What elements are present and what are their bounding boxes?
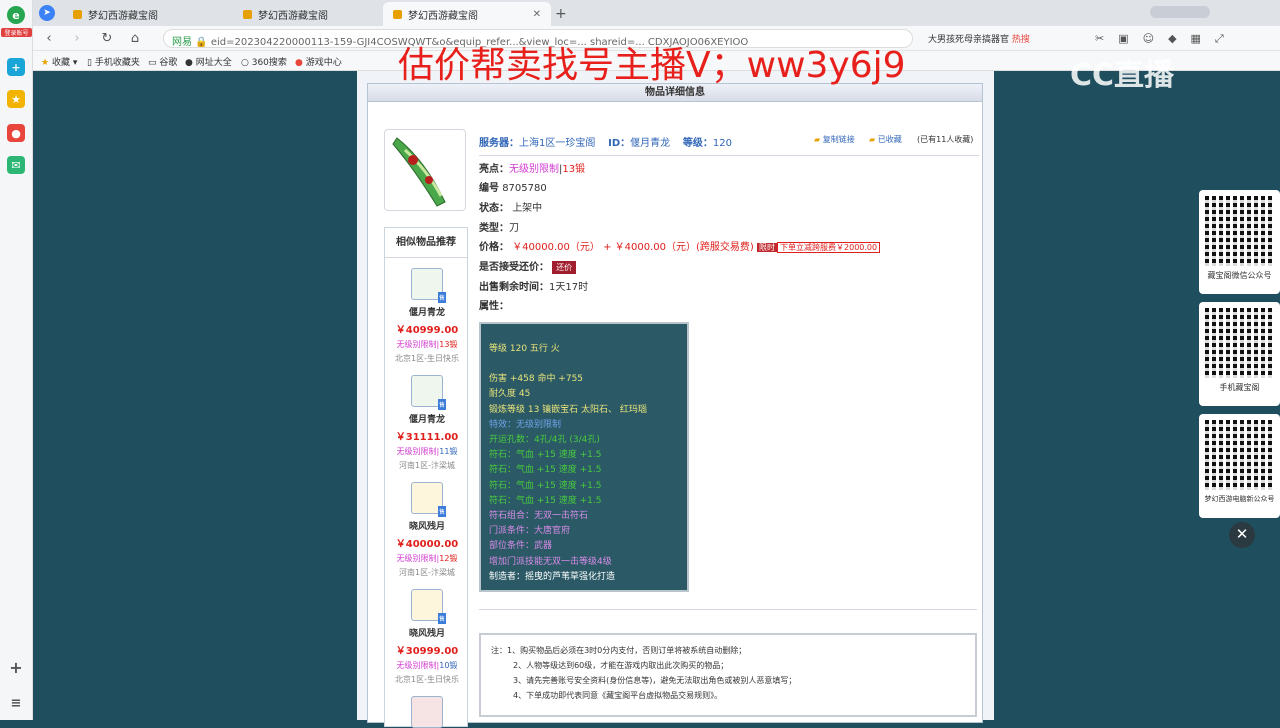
bargain-button[interactable]: 还价 <box>552 261 577 274</box>
star-icon[interactable]: ★ <box>7 90 25 108</box>
similar-item[interactable]: 售 晓风残月 ￥30999.00 无级别限制|10锻 北京1区-生日快乐 <box>385 589 469 685</box>
item-thumb-icon: 售 <box>411 268 446 303</box>
attr-line: 部位条件：武器 <box>489 541 553 552</box>
similar-title: 相似物品推荐 <box>385 228 467 258</box>
item-thumb-icon: 售 <box>411 589 446 624</box>
star-icon: ★ <box>41 58 50 68</box>
attr-line <box>489 357 679 372</box>
note-line: 注：1、购买物品后必须在3时0分内支付，否则订单将被系统自动删除； <box>491 646 747 655</box>
status-row: 状态： 上架中 <box>479 203 543 214</box>
plus-icon[interactable]: + <box>7 658 25 677</box>
weibo-icon[interactable]: ● <box>7 124 25 142</box>
stream-overlay-text: 估价帮卖找号主播V；ww3y6j9 <box>398 45 906 86</box>
attr-line: 符石：气血 +15 速度 +1.5 <box>489 465 602 476</box>
bookmark-item[interactable]: ○ 360搜索 <box>241 55 287 68</box>
server-row: 服务器：上海1区一珍宝阁 ID：偃月青龙 等级：120 ▰ 复制链接 ▰ 已收藏… <box>479 134 979 156</box>
attr-line: 门派条件：大唐官府 <box>489 526 571 537</box>
tab-favicon-icon <box>243 9 252 19</box>
attr-line: 符石：气血 +15 速度 +1.5 <box>489 480 602 491</box>
qr-card[interactable]: 梦幻西游电脑新公众号 <box>1199 414 1280 518</box>
folder-icon: ▰ <box>814 135 821 144</box>
new-tab-button[interactable]: + <box>545 2 569 26</box>
price-row: 价格： ￥40000.00（元） + ￥4000.00（元）(跨服交易费) 限时… <box>479 238 881 253</box>
attr-line: 符石组合：无双一击符石 <box>489 511 589 522</box>
hot-search[interactable]: 大男孩死母亲搞器官 热搜 <box>928 32 1030 45</box>
back-icon[interactable]: ‹ <box>41 30 57 46</box>
similar-item[interactable] <box>385 696 469 728</box>
browser-logo-icon[interactable]: e <box>7 6 25 24</box>
qr-code-icon <box>1204 196 1275 266</box>
favorite-button[interactable]: ▰ 已收藏 <box>869 134 902 145</box>
login-badge[interactable]: 登录账号 <box>1 28 32 37</box>
detail-panel: 物品详细信息 相似物品推荐 售 偃月青龙 ￥40999.00 无级别限制|13锻… <box>367 83 983 728</box>
limit-discount: 下单立减跨服费￥2000.00 <box>777 242 881 253</box>
mail-icon[interactable]: ✉ <box>7 156 25 174</box>
bookmark-item[interactable]: ● 网址大全 <box>185 55 232 68</box>
browser-sidebar: e 登录账号 + ★ ● ✉ + ≡ <box>0 0 33 720</box>
bookmark-item[interactable]: ▯ 手机收藏夹 <box>87 55 140 68</box>
close-icon[interactable]: ✕ <box>1229 522 1255 548</box>
attr-line: 伤害 +458 命中 +755 <box>489 374 584 385</box>
qr-card[interactable]: 藏宝阁微信公众号 <box>1199 190 1280 294</box>
similar-items: 相似物品推荐 售 偃月青龙 ￥40999.00 无级别限制|13锻 北京1区-生… <box>384 227 469 728</box>
similar-item[interactable]: 售 偃月青龙 ￥31111.00 无级别限制|11锻 河南1区-汴梁城 <box>385 375 469 471</box>
tab-bar: ➤ 梦幻西游藏宝阁 梦幻西游藏宝阁 梦幻西游藏宝阁 ✕ + <box>33 0 1280 26</box>
favorite-count: (已有11人收藏) <box>917 135 974 144</box>
attr-line: 制造者：摇曳的芦苇草强化打造 <box>489 571 616 582</box>
bargain-row: 是否接受还价： 还价 <box>479 258 577 274</box>
copy-link-button[interactable]: ▰ 复制链接 <box>814 134 855 145</box>
type-row: 类型：刀 <box>479 223 519 234</box>
lock-icon: 🔒 <box>195 37 208 48</box>
remaining-row: 出售剩余时间：1天17时 <box>479 282 589 293</box>
window-controls <box>1150 6 1210 18</box>
divider <box>479 609 977 610</box>
tab-item[interactable]: 梦幻西游藏宝阁 <box>63 2 233 26</box>
attr-line: 符石：气血 +15 速度 +1.5 <box>489 450 602 461</box>
bookmark-item[interactable]: ▭ 谷歌 <box>148 55 177 68</box>
tab-item[interactable]: 梦幻西游藏宝阁 <box>233 2 383 26</box>
attr-line: 符石：气血 +15 速度 +1.5 <box>489 495 602 506</box>
qr-code-icon <box>1204 420 1275 490</box>
bookmark-item[interactable]: ● 游戏中心 <box>295 55 342 68</box>
purchase-notes: 注：1、购买物品后必须在3时0分内支付，否则订单将被系统自动删除； 2、人物等级… <box>479 633 977 717</box>
item-thumb-icon: 售 <box>411 375 446 410</box>
attributes-box: 等级 120 五行 火 伤害 +458 命中 +755 耐久度 45 锻炼等级 … <box>479 322 689 592</box>
bookmark-favorites[interactable]: ★ 收藏 ▾ <box>41 55 77 68</box>
similar-item[interactable]: 售 偃月青龙 ￥40999.00 无级别限制|13锻 北京1区-生日快乐 <box>385 268 469 364</box>
tab-item-active[interactable]: 梦幻西游藏宝阁 ✕ <box>383 2 551 26</box>
note-line: 4、下单成功即代表同意《藏宝阁平台虚拟物品交易规则》。 <box>513 691 723 700</box>
item-thumb-icon: 售 <box>411 482 446 517</box>
folder-icon: ▰ <box>869 135 876 144</box>
attr-row: 属性： <box>479 301 509 312</box>
extension-icons[interactable]: ✂▣☺◆▦⤢ <box>1095 32 1238 46</box>
attr-line: 耐久度 45 <box>489 389 531 400</box>
attr-line: 等级 120 五行 火 <box>489 344 560 354</box>
watermark-logo: CC直播 <box>1070 58 1175 93</box>
reload-icon[interactable]: ↻ <box>99 30 115 46</box>
menu-icon[interactable]: ≡ <box>7 694 25 712</box>
item-detail-page: 物品详细信息 相似物品推荐 售 偃月青龙 ￥40999.00 无级别限制|13锻… <box>357 71 994 728</box>
item-image <box>384 129 466 211</box>
qr-code-icon <box>1204 308 1275 378</box>
item-thumb-icon <box>411 696 443 728</box>
add-icon[interactable]: + <box>7 58 25 76</box>
close-tab-icon[interactable]: ✕ <box>533 9 541 20</box>
tab-favicon-icon <box>73 9 82 19</box>
attr-line: 锻炼等级 13 镶嵌宝石 太阳石、 红玛瑙 <box>489 404 647 415</box>
forward-icon[interactable]: › <box>69 30 85 46</box>
highlight-row: 亮点：无级别限制|13锻 <box>479 164 586 175</box>
attr-line: 开运孔数：4孔/4孔 (3/4孔) <box>489 435 600 446</box>
tab-favicon-icon <box>393 9 402 19</box>
weapon-image-icon <box>392 137 446 207</box>
similar-item[interactable]: 售 晓风残月 ￥40000.00 无级别限制|12锻 河南1区-汴梁城 <box>385 482 469 578</box>
note-line: 3、请先完善账号安全资料(身份信息等)，避免无法取出角色或被别人恶意填写； <box>513 676 797 685</box>
home-icon[interactable]: ⌂ <box>127 30 143 46</box>
navigation-icon[interactable]: ➤ <box>39 5 55 21</box>
attr-line: 特效：无级别限制 <box>489 419 562 430</box>
attr-line: 增加门派技能无双一击等级4级 <box>489 556 612 567</box>
limit-tag: 限时 <box>757 243 778 252</box>
qr-card[interactable]: 手机藏宝阁 <box>1199 302 1280 406</box>
serial-row: 编号 8705780 <box>479 183 547 194</box>
note-line: 2、人物等级达到60级，才能在游戏内取出此次购买的物品； <box>513 661 729 670</box>
